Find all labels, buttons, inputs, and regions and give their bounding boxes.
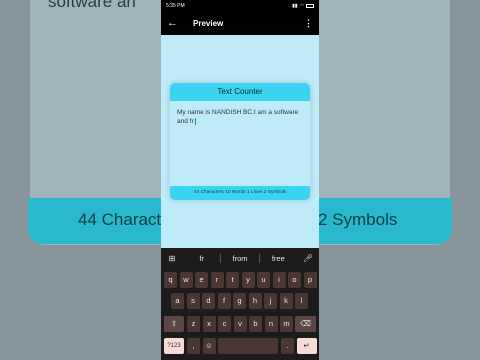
key-a[interactable]: a [171,293,184,309]
wifi-icon: ◠ [299,2,304,9]
more-vert-icon[interactable]: ⋮ [304,18,313,29]
key-row-2: a s d f g h j k l [161,293,319,310]
key-o[interactable]: o [288,272,301,288]
key-row-1: q w e r t y u i o p [161,272,319,289]
status-bar: 5:35 PM ▮▮ ◠ [161,0,319,11]
key-p[interactable]: p [303,272,317,288]
key-d[interactable]: d [202,293,215,309]
key-m[interactable]: m [280,316,293,332]
symbols-key[interactable]: ?123 [164,338,184,354]
stats-bar: 44 Characters 10 Words 1 Lines 2 Symbols [170,186,310,200]
card-title: Text Counter [170,83,310,101]
key-i[interactable]: i [272,272,286,288]
enter-icon[interactable]: ↵ [296,338,317,354]
back-arrow-icon[interactable]: ← [167,17,181,29]
text-counter-card: Text Counter My name is NANDISH BC.I am … [170,83,310,200]
key-f[interactable]: f [217,293,231,309]
shift-icon[interactable]: ⇧ [164,316,184,332]
period-key[interactable]: . [281,338,294,354]
key-h[interactable]: h [248,293,262,309]
background-stats-right: 2 Symbols [318,210,398,229]
suggestion-strip: ⊞ fr from free 🎤︎ [161,248,319,268]
grid-icon[interactable]: ⊞ [161,254,183,263]
backspace-icon[interactable]: ⌫ [295,316,316,332]
suggestion-3[interactable]: free [260,254,297,263]
emoji-icon[interactable]: ☺ [202,338,216,354]
key-l[interactable]: l [295,293,308,309]
battery-icon [306,3,314,8]
page-title: Preview [193,18,224,28]
typed-text: My name is NANDISH BC.I am a software an… [177,109,299,125]
key-w[interactable]: w [179,272,193,288]
key-j[interactable]: j [264,293,277,309]
key-s[interactable]: s [186,293,200,309]
key-z[interactable]: z [187,316,200,332]
key-n[interactable]: n [264,316,278,332]
mic-icon[interactable]: 🎤︎ [297,254,319,263]
text-cursor [194,117,196,125]
key-u[interactable]: u [257,272,270,288]
key-c[interactable]: c [218,316,231,332]
background-stats-left: 44 Characte [78,210,171,229]
background-text: software an [48,0,136,11]
phone-screen: 5:35 PM ▮▮ ◠ ← Preview ⋮ Text Counter My… [161,0,319,360]
key-row-3: ⇧ z x c v b n m ⌫ [161,316,319,333]
text-input-area[interactable]: My name is NANDISH BC.I am a software an… [177,108,303,126]
key-r[interactable]: r [210,272,224,288]
key-row-4: ?123 , ☺ . ↵ [161,338,319,355]
suggestion-1[interactable]: fr [183,254,220,263]
key-y[interactable]: y [241,272,255,288]
key-q[interactable]: q [164,272,177,288]
status-time: 5:35 PM [166,2,185,9]
space-bar[interactable] [218,338,278,354]
key-t[interactable]: t [226,272,239,288]
key-g[interactable]: g [233,293,246,309]
suggestion-2[interactable]: from [221,254,258,263]
key-v[interactable]: v [233,316,247,332]
key-e[interactable]: e [195,272,208,288]
status-icons: ▮▮ ◠ [292,3,314,9]
keyboard: ⊞ fr from free 🎤︎ q w e r t y u i o p a … [161,248,319,360]
key-b[interactable]: b [249,316,262,332]
app-bar: ← Preview ⋮ [161,11,319,35]
key-x[interactable]: x [202,316,216,332]
signal-icon: ▮▮ [292,2,298,9]
comma-key[interactable]: , [187,338,200,354]
key-k[interactable]: k [279,293,293,309]
